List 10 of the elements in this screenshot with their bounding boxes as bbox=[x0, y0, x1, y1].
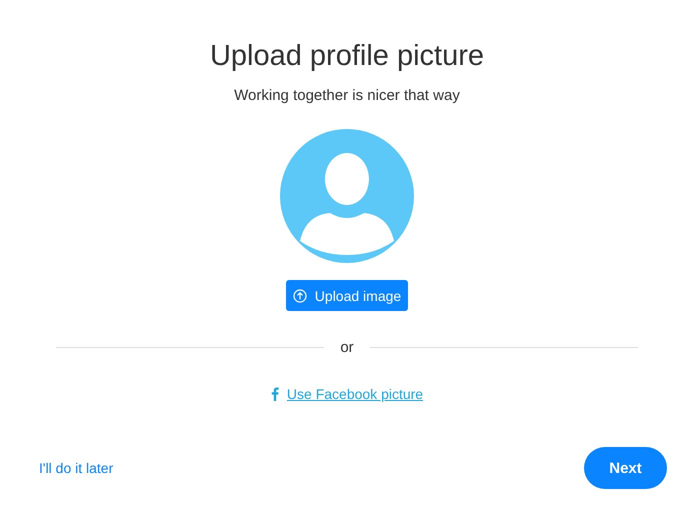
divider-label: or bbox=[339, 339, 355, 356]
subtitle: Working together is nicer that way bbox=[234, 87, 460, 104]
page-title: Upload profile picture bbox=[210, 39, 484, 74]
next-button[interactable]: Next bbox=[584, 447, 667, 489]
avatar-icon bbox=[280, 129, 414, 263]
facebook-link[interactable]: Use Facebook picture bbox=[286, 386, 424, 402]
facebook-icon bbox=[270, 387, 279, 401]
skip-link[interactable]: I'll do it later bbox=[39, 460, 114, 476]
upload-button[interactable]: Upload image bbox=[286, 280, 408, 311]
upload-icon bbox=[292, 288, 307, 302]
